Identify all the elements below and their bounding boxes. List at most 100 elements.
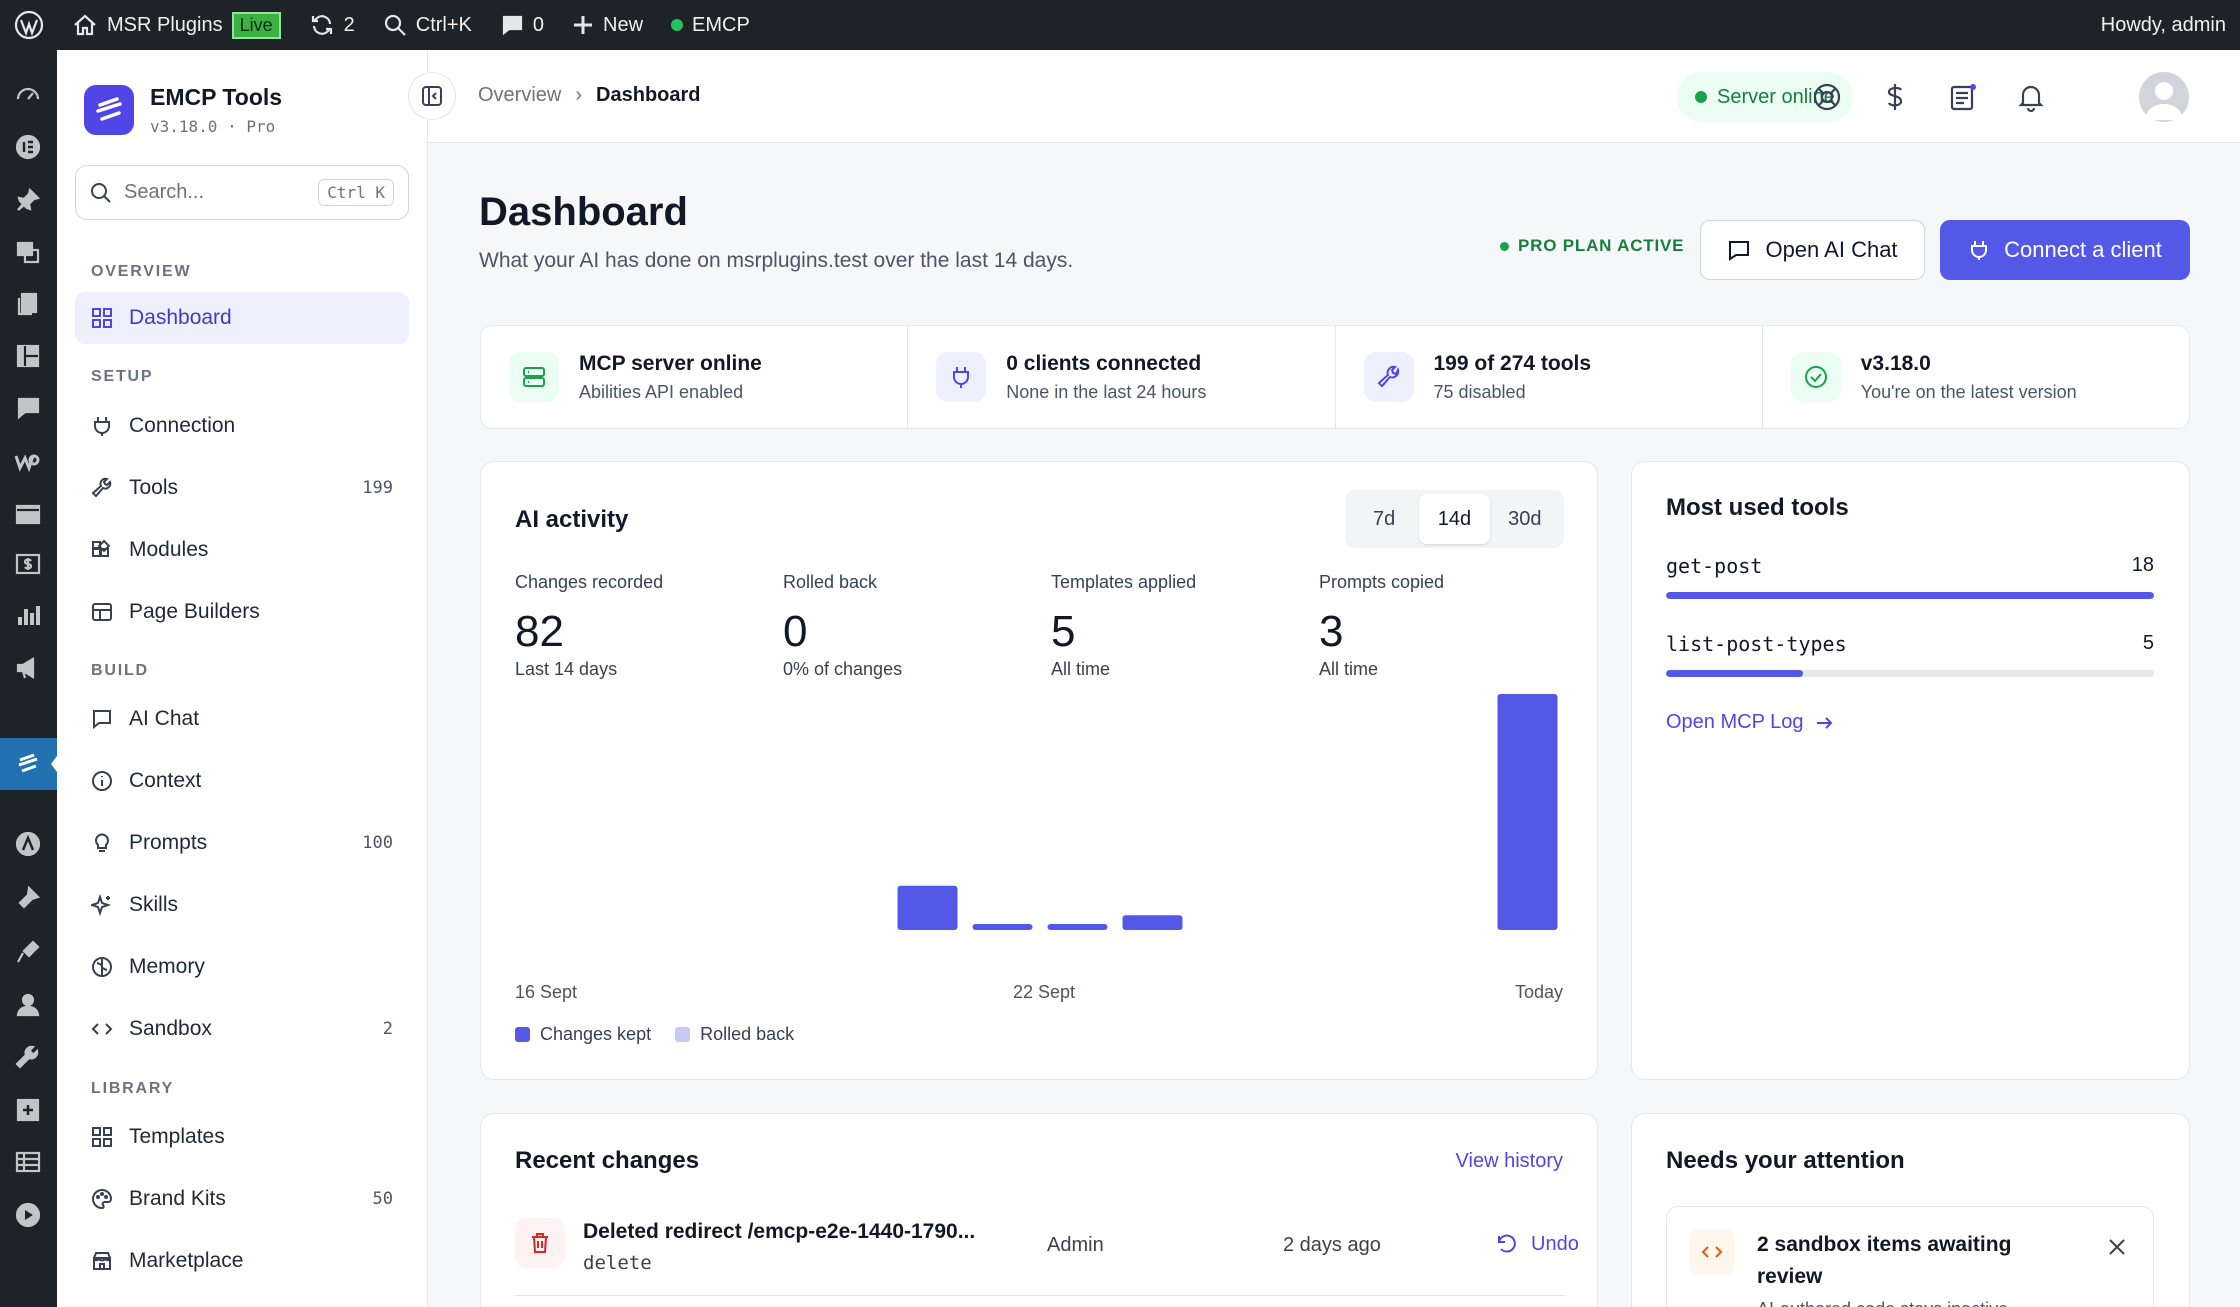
range-14d[interactable]: 14d: [1419, 494, 1490, 544]
sidebar-item-label: Memory: [129, 955, 205, 978]
dashboard-gauge-icon[interactable]: [14, 80, 42, 108]
attention-item[interactable]: 2 sandbox items awaiting review AI-autho…: [1666, 1206, 2154, 1307]
sidebar-item-modules[interactable]: Modules: [75, 524, 409, 576]
code-icon: [91, 1023, 113, 1035]
users-icon[interactable]: [14, 991, 42, 1019]
legend-swatch-rolled: [675, 1027, 691, 1042]
pages-icon[interactable]: [14, 290, 42, 318]
greeting: Howdy, admin: [2100, 13, 2226, 36]
changelog-news-icon[interactable]: [1947, 81, 1979, 113]
analytics-icon[interactable]: [14, 602, 42, 630]
play-icon[interactable]: [14, 1201, 42, 1229]
sidebar-item-dashboard[interactable]: Dashboard: [75, 292, 409, 344]
sidebar-item-templates[interactable]: Templates: [75, 1111, 409, 1163]
tools-icon[interactable]: [14, 1044, 42, 1072]
sidebar-item-skills[interactable]: Skills: [75, 879, 409, 931]
plug-icon: [94, 417, 110, 436]
open-mcp-log-link[interactable]: Open MCP Log: [1666, 711, 1834, 734]
bar-changes-kept[interactable]: [1497, 694, 1558, 930]
check-circle-icon: [1790, 352, 1841, 402]
media-icon[interactable]: [14, 238, 42, 266]
products-icon[interactable]: [14, 500, 42, 528]
wordpress-logo-icon[interactable]: [0, 0, 58, 50]
sidebar-item-ai-chat[interactable]: AI Chat: [75, 693, 409, 745]
pricing-dollar-icon[interactable]: [1879, 81, 1911, 113]
open-ai-chat-label: Open AI Chat: [1765, 237, 1898, 262]
table-icon[interactable]: [14, 1148, 42, 1176]
range-7d[interactable]: 7d: [1349, 494, 1419, 544]
metric-label: Changes recorded: [515, 572, 664, 592]
connect-client-label: Connect a client: [2004, 237, 2162, 262]
tool-row[interactable]: get-post 18: [1666, 554, 2154, 599]
dismiss-close-icon[interactable]: [2107, 1237, 2127, 1257]
connect-client-button[interactable]: Connect a client: [1940, 220, 2190, 280]
comments-icon[interactable]: [14, 394, 42, 422]
pin-icon[interactable]: [14, 186, 42, 214]
undo-button[interactable]: Undo: [1495, 1232, 1579, 1256]
emcp-menu[interactable]: EMCP: [657, 0, 764, 50]
live-badge: Live: [231, 11, 281, 39]
layout-icon[interactable]: [14, 342, 42, 370]
brand[interactable]: EMCP Tools v3.18.0 · Pro: [84, 84, 282, 136]
view-history-link[interactable]: View history: [1456, 1150, 1563, 1173]
wp-admin-menu: [0, 50, 57, 1307]
sandbox-count: 2: [382, 1019, 393, 1039]
open-ai-chat-button[interactable]: Open AI Chat: [1700, 220, 1925, 280]
plugins-icon[interactable]: [14, 938, 42, 966]
settings-plus-icon[interactable]: [14, 1096, 42, 1124]
sidebar-item-brand-kits[interactable]: Brand Kits 50: [75, 1173, 409, 1225]
code-icon: [1689, 1229, 1735, 1275]
sidebar-search[interactable]: Search... Ctrl K: [75, 165, 409, 220]
bar-changes-kept[interactable]: [972, 924, 1033, 930]
appearance-icon[interactable]: [14, 884, 42, 912]
legend-swatch-kept: [515, 1027, 530, 1042]
metric-sub: Last 14 days: [515, 659, 618, 679]
emcp-menu-icon[interactable]: [14, 750, 42, 778]
change-time: 2 days ago: [1283, 1234, 1381, 1256]
chat-icon: [1729, 241, 1750, 261]
search-icon: [91, 182, 111, 203]
plug-icon: [1971, 241, 1988, 260]
payments-icon[interactable]: [14, 550, 42, 578]
sidebar-item-sandbox[interactable]: Sandbox 2: [75, 1003, 409, 1055]
sidebar-item-memory[interactable]: Memory: [75, 941, 409, 993]
sidebar-item-context[interactable]: Context: [75, 755, 409, 807]
brain-icon: [92, 957, 112, 977]
collapse-sidebar-button[interactable]: [408, 72, 456, 120]
marketing-icon[interactable]: [14, 654, 42, 682]
notifications-bell-icon[interactable]: [2015, 81, 2047, 113]
astra-icon[interactable]: [14, 830, 42, 858]
status-title: 0 clients connected: [1006, 351, 1202, 375]
breadcrumb-overview[interactable]: Overview: [478, 84, 561, 107]
comments-menu[interactable]: 0: [486, 0, 558, 50]
search-shortcut-badge: Ctrl K: [318, 179, 394, 206]
sidebar-item-tools[interactable]: Tools 199: [75, 462, 409, 514]
search-shortcut[interactable]: Ctrl+K: [369, 0, 486, 50]
tool-usage-fill: [1666, 670, 1803, 677]
sidebar-item-label: Skills: [129, 893, 179, 916]
tool-row[interactable]: list-post-types 5: [1666, 632, 2154, 677]
range-30d[interactable]: 30d: [1490, 494, 1560, 544]
bar-changes-kept[interactable]: [1047, 924, 1108, 930]
comments-count: 0: [532, 13, 545, 36]
new-content-menu[interactable]: New: [558, 0, 657, 50]
bar-changes-kept[interactable]: [1122, 915, 1183, 930]
sidebar-item-connection[interactable]: Connection: [75, 400, 409, 452]
metric-sub: 0% of changes: [783, 659, 903, 679]
bar-changes-kept[interactable]: [897, 885, 958, 930]
sidebar-item-marketplace[interactable]: Marketplace: [75, 1235, 409, 1287]
refresh-icon: [311, 15, 332, 35]
sidebar-item-label: AI Chat: [129, 707, 200, 730]
palette-icon: [92, 1188, 113, 1210]
updates-menu[interactable]: 2: [295, 0, 369, 50]
server-icon: [509, 352, 559, 402]
user-avatar[interactable]: [2139, 72, 2189, 122]
site-menu[interactable]: MSR Plugins Live: [58, 0, 295, 50]
help-lifebuoy-icon[interactable]: [1811, 81, 1843, 113]
sidebar-item-prompts[interactable]: Prompts 100: [75, 817, 409, 869]
woocommerce-icon[interactable]: [14, 447, 42, 475]
elementor-icon[interactable]: [14, 133, 42, 161]
metric-prompts: Prompts copied 3 All time: [1319, 572, 1444, 680]
account-menu[interactable]: Howdy, admin: [2087, 0, 2240, 50]
sidebar-item-page-builders[interactable]: Page Builders: [75, 586, 409, 638]
